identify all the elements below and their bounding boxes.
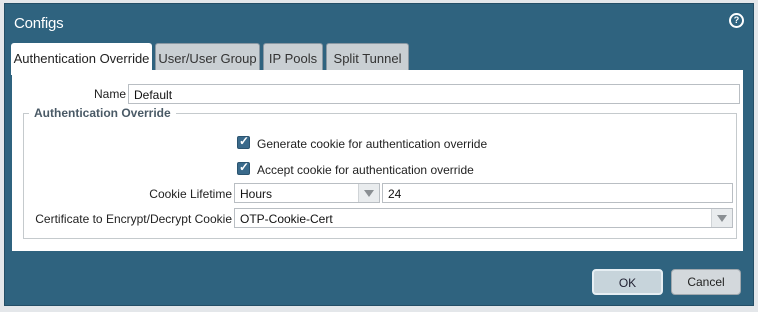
section-title: Authentication Override	[29, 106, 176, 120]
certificate-label: Certificate to Encrypt/Decrypt Cookie	[35, 212, 232, 226]
certificate-select[interactable]: OTP-Cookie-Cert	[234, 208, 733, 228]
cookie-lifetime-unit-value: Hours	[240, 187, 273, 201]
cancel-button[interactable]: Cancel	[671, 269, 741, 295]
name-label: Name	[93, 87, 126, 101]
chevron-down-icon	[711, 209, 732, 227]
accept-cookie-checkbox[interactable]: ✓	[237, 160, 250, 175]
configs-dialog: Configs ? Authentication Override User/U…	[4, 3, 754, 306]
cookie-lifetime-unit-select[interactable]: Hours	[234, 183, 380, 203]
question-icon[interactable]: ?	[729, 13, 744, 28]
dialog-title: Configs	[14, 15, 64, 32]
chevron-down-icon	[358, 184, 379, 202]
ok-button[interactable]: OK	[592, 269, 663, 295]
generate-cookie-checkbox[interactable]: ✓	[237, 134, 250, 149]
name-input[interactable]	[128, 84, 740, 104]
accept-cookie-label: Accept cookie for authentication overrid…	[257, 163, 474, 177]
tab-panel: Name Authentication Override ✓ Generate …	[12, 70, 743, 251]
cookie-lifetime-label: Cookie Lifetime	[149, 187, 232, 201]
generate-cookie-label: Generate cookie for authentication overr…	[257, 137, 488, 151]
cookie-lifetime-input[interactable]	[382, 183, 733, 203]
certificate-value: OTP-Cookie-Cert	[240, 212, 333, 226]
